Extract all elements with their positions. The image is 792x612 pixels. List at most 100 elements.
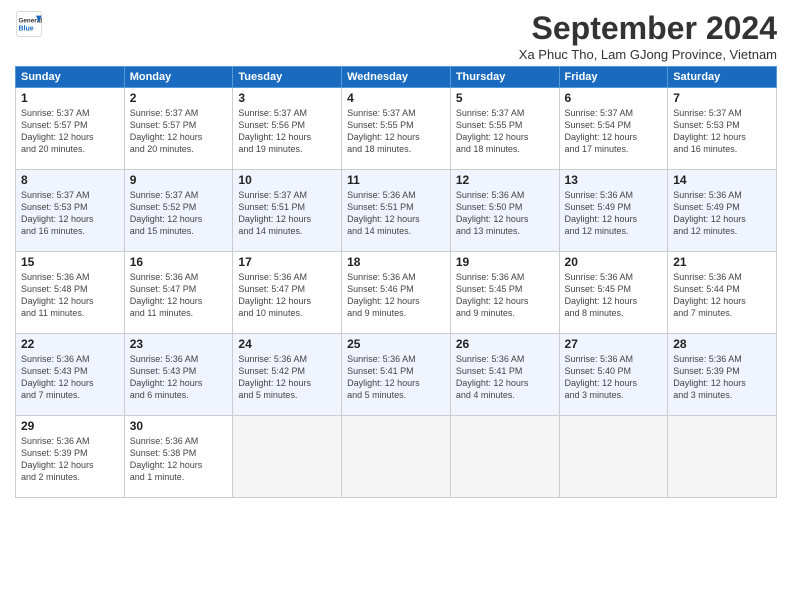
day-cell: 18 Sunrise: 5:36 AM Sunset: 5:46 PM Dayli… [342,252,451,334]
day-number: 2 [130,91,228,105]
weekday-header-friday: Friday [559,67,668,88]
day-info: Sunrise: 5:36 AM Sunset: 5:49 PM Dayligh… [565,189,663,238]
day-info: Sunrise: 5:37 AM Sunset: 5:53 PM Dayligh… [21,189,119,238]
day-info: Sunrise: 5:36 AM Sunset: 5:49 PM Dayligh… [673,189,771,238]
day-number: 4 [347,91,445,105]
day-cell: 12 Sunrise: 5:36 AM Sunset: 5:50 PM Dayli… [450,170,559,252]
day-cell: 20 Sunrise: 5:36 AM Sunset: 5:45 PM Dayli… [559,252,668,334]
day-info: Sunrise: 5:37 AM Sunset: 5:57 PM Dayligh… [21,107,119,156]
day-info: Sunrise: 5:36 AM Sunset: 5:48 PM Dayligh… [21,271,119,320]
day-info: Sunrise: 5:37 AM Sunset: 5:52 PM Dayligh… [130,189,228,238]
day-info: Sunrise: 5:36 AM Sunset: 5:41 PM Dayligh… [456,353,554,402]
calendar-page: General Blue September 2024 Xa Phuc Tho,… [0,0,792,612]
day-cell: 11 Sunrise: 5:36 AM Sunset: 5:51 PM Dayli… [342,170,451,252]
day-number: 13 [565,173,663,187]
day-cell: 19 Sunrise: 5:36 AM Sunset: 5:45 PM Dayli… [450,252,559,334]
day-cell: 25Sunrise: 5:36 AM Sunset: 5:41 PM Dayli… [342,334,451,416]
day-number: 27 [565,337,663,351]
day-info: Sunrise: 5:37 AM Sunset: 5:51 PM Dayligh… [238,189,336,238]
day-info: Sunrise: 5:37 AM Sunset: 5:54 PM Dayligh… [565,107,663,156]
day-info: Sunrise: 5:36 AM Sunset: 5:47 PM Dayligh… [238,271,336,320]
day-number: 21 [673,255,771,269]
day-number: 11 [347,173,445,187]
day-cell: 24 Sunrise: 5:36 AM Sunset: 5:42 PM Dayli… [233,334,342,416]
day-info: Sunrise: 5:36 AM Sunset: 5:43 PM Dayligh… [130,353,228,402]
day-number: 19 [456,255,554,269]
week-row-3: 15 Sunrise: 5:36 AM Sunset: 5:48 PM Dayli… [16,252,777,334]
day-number: 6 [565,91,663,105]
day-cell: 1 Sunrise: 5:37 AM Sunset: 5:57 PM Daylig… [16,88,125,170]
day-number: 18 [347,255,445,269]
day-cell: 13 Sunrise: 5:36 AM Sunset: 5:49 PM Dayli… [559,170,668,252]
day-cell: 9 Sunrise: 5:37 AM Sunset: 5:52 PM Daylig… [124,170,233,252]
weekday-header-wednesday: Wednesday [342,67,451,88]
day-number: 30 [130,419,228,433]
subtitle: Xa Phuc Tho, Lam GJong Province, Vietnam [519,47,777,62]
day-info: Sunrise: 5:36 AM Sunset: 5:45 PM Dayligh… [565,271,663,320]
logo: General Blue [15,10,43,38]
day-number: 3 [238,91,336,105]
day-cell [668,416,777,498]
day-info: Sunrise: 5:36 AM Sunset: 5:46 PM Dayligh… [347,271,445,320]
day-number: 15 [21,255,119,269]
day-cell: 22Sunrise: 5:36 AM Sunset: 5:43 PM Dayli… [16,334,125,416]
day-number: 12 [456,173,554,187]
day-number: 23 [130,337,228,351]
day-info: Sunrise: 5:36 AM Sunset: 5:51 PM Dayligh… [347,189,445,238]
week-row-5: 29 Sunrise: 5:36 AM Sunset: 5:39 PM Dayli… [16,416,777,498]
weekday-header-thursday: Thursday [450,67,559,88]
day-number: 28 [673,337,771,351]
day-info: Sunrise: 5:36 AM Sunset: 5:40 PM Dayligh… [565,353,663,402]
weekday-header-row: SundayMondayTuesdayWednesdayThursdayFrid… [16,67,777,88]
day-cell [450,416,559,498]
day-cell: 30 Sunrise: 5:36 AM Sunset: 5:38 PM Dayli… [124,416,233,498]
day-info: Sunrise: 5:36 AM Sunset: 5:39 PM Dayligh… [21,435,119,484]
day-number: 26 [456,337,554,351]
week-row-1: 1 Sunrise: 5:37 AM Sunset: 5:57 PM Daylig… [16,88,777,170]
title-area: September 2024 Xa Phuc Tho, Lam GJong Pr… [519,10,777,62]
weekday-header-saturday: Saturday [668,67,777,88]
day-info: Sunrise: 5:36 AM Sunset: 5:38 PM Dayligh… [130,435,228,484]
day-cell: 27 Sunrise: 5:36 AM Sunset: 5:40 PM Dayli… [559,334,668,416]
day-number: 16 [130,255,228,269]
calendar-body: 1 Sunrise: 5:37 AM Sunset: 5:57 PM Daylig… [16,88,777,498]
day-cell [342,416,451,498]
day-info: Sunrise: 5:37 AM Sunset: 5:55 PM Dayligh… [456,107,554,156]
month-title: September 2024 [519,10,777,47]
day-cell: 6 Sunrise: 5:37 AM Sunset: 5:54 PM Daylig… [559,88,668,170]
day-info: Sunrise: 5:37 AM Sunset: 5:53 PM Dayligh… [673,107,771,156]
day-info: Sunrise: 5:37 AM Sunset: 5:56 PM Dayligh… [238,107,336,156]
day-cell: 28 Sunrise: 5:36 AM Sunset: 5:39 PM Dayli… [668,334,777,416]
svg-text:Blue: Blue [19,25,34,32]
calendar-table: SundayMondayTuesdayWednesdayThursdayFrid… [15,66,777,498]
day-number: 10 [238,173,336,187]
header: General Blue September 2024 Xa Phuc Tho,… [15,10,777,62]
day-info: Sunrise: 5:37 AM Sunset: 5:55 PM Dayligh… [347,107,445,156]
day-cell: 10 Sunrise: 5:37 AM Sunset: 5:51 PM Dayli… [233,170,342,252]
day-number: 14 [673,173,771,187]
day-cell: 21 Sunrise: 5:36 AM Sunset: 5:44 PM Dayli… [668,252,777,334]
day-number: 5 [456,91,554,105]
day-cell: 15 Sunrise: 5:36 AM Sunset: 5:48 PM Dayli… [16,252,125,334]
day-number: 22 [21,337,119,351]
week-row-2: 8Sunrise: 5:37 AM Sunset: 5:53 PM Daylig… [16,170,777,252]
weekday-header-monday: Monday [124,67,233,88]
day-number: 9 [130,173,228,187]
logo-icon: General Blue [15,10,43,38]
day-number: 24 [238,337,336,351]
calendar-header: SundayMondayTuesdayWednesdayThursdayFrid… [16,67,777,88]
weekday-header-tuesday: Tuesday [233,67,342,88]
day-info: Sunrise: 5:36 AM Sunset: 5:45 PM Dayligh… [456,271,554,320]
day-number: 20 [565,255,663,269]
day-info: Sunrise: 5:36 AM Sunset: 5:39 PM Dayligh… [673,353,771,402]
day-info: Sunrise: 5:36 AM Sunset: 5:42 PM Dayligh… [238,353,336,402]
day-cell [233,416,342,498]
day-number: 29 [21,419,119,433]
day-info: Sunrise: 5:36 AM Sunset: 5:44 PM Dayligh… [673,271,771,320]
day-info: Sunrise: 5:36 AM Sunset: 5:47 PM Dayligh… [130,271,228,320]
day-info: Sunrise: 5:36 AM Sunset: 5:50 PM Dayligh… [456,189,554,238]
day-cell: 2Sunrise: 5:37 AM Sunset: 5:57 PM Daylig… [124,88,233,170]
day-cell: 16 Sunrise: 5:36 AM Sunset: 5:47 PM Dayli… [124,252,233,334]
day-cell: 8Sunrise: 5:37 AM Sunset: 5:53 PM Daylig… [16,170,125,252]
day-number: 1 [21,91,119,105]
